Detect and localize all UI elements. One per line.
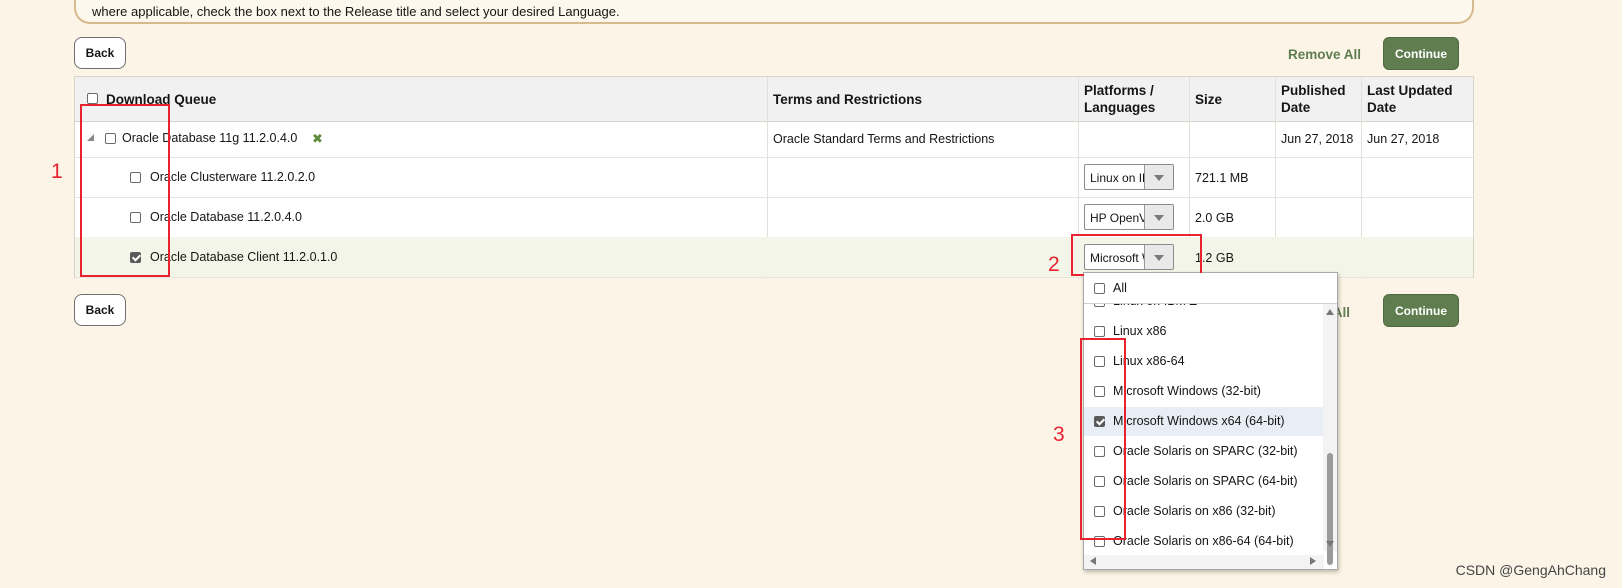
platform-select-value: Linux on IBM Z	[1090, 171, 1144, 185]
header-platforms-line2: Languages	[1084, 100, 1156, 115]
table-row: Oracle Database 11.2.0.4.0 HP OpenVMS 2.…	[75, 197, 1473, 238]
annotation-label-1: 1	[51, 160, 63, 183]
option-label: Oracle Solaris on x86-64 (64-bit)	[1113, 534, 1294, 548]
vertical-scrollbar[interactable]	[1323, 303, 1337, 565]
chevron-down-icon[interactable]	[1144, 165, 1173, 189]
annotation-box-2	[1071, 234, 1202, 276]
option-label: Oracle Solaris on SPARC (32-bit)	[1113, 444, 1298, 458]
scroll-right-icon[interactable]	[1310, 557, 1316, 565]
dropdown-all-option[interactable]: All	[1084, 273, 1337, 304]
continue-button-top[interactable]: Continue	[1383, 37, 1459, 70]
table-row: Oracle Clusterware 11.2.0.2.0 Linux on I…	[75, 157, 1473, 198]
header-updated-line1: Last Updated	[1367, 83, 1453, 98]
all-label: All	[1113, 281, 1127, 295]
option-checkbox[interactable]	[1094, 326, 1105, 337]
parent-updated-date: Jun 27, 2018	[1367, 132, 1440, 146]
back-button-top[interactable]: Back	[74, 37, 126, 69]
header-published-line2: Date	[1281, 100, 1311, 115]
row-size: 721.1 MB	[1195, 171, 1249, 185]
row-release-name: Oracle Database Client 11.2.0.1.0	[150, 250, 338, 264]
platform-select[interactable]: HP OpenVMS	[1084, 204, 1174, 230]
notice-text: where applicable, check the box next to …	[92, 4, 620, 19]
header-published-line1: Published	[1281, 83, 1346, 98]
row-release-name: Oracle Clusterware 11.2.0.2.0	[150, 170, 316, 184]
option-label: Linux x86	[1113, 324, 1167, 338]
remove-release-icon[interactable]: ✖	[312, 131, 323, 147]
header-updated-line2: Date	[1367, 100, 1397, 115]
annotation-label-3: 3	[1053, 423, 1065, 446]
continue-button-bottom[interactable]: Continue	[1383, 294, 1459, 327]
parent-terms[interactable]: Oracle Standard Terms and Restrictions	[773, 132, 994, 146]
all-checkbox[interactable]	[1094, 283, 1105, 294]
remove-all-link-top[interactable]: Remove All	[1288, 47, 1361, 62]
annotation-box-1	[80, 104, 170, 277]
row-release-name: Oracle Database 11.2.0.4.0	[150, 210, 302, 224]
option-label: Oracle Solaris on x86 (32-bit)	[1113, 504, 1276, 518]
annotation-label-2: 2	[1048, 253, 1060, 276]
platform-select[interactable]: Linux on IBM Z	[1084, 164, 1174, 190]
scroll-down-icon[interactable]	[1326, 541, 1334, 547]
scroll-left-icon[interactable]	[1090, 557, 1096, 565]
watermark: CSDN @GengAhChang	[1455, 562, 1606, 578]
header-platforms-line1: Platforms /	[1084, 83, 1154, 98]
download-queue-table: Download Queue Terms and Restrictions Pl…	[74, 76, 1474, 279]
scroll-up-icon[interactable]	[1326, 309, 1334, 315]
horizontal-scrollbar[interactable]	[1084, 555, 1324, 569]
platform-select-value: HP OpenVMS	[1090, 211, 1144, 225]
header-terms: Terms and Restrictions	[773, 92, 923, 107]
parent-published-date: Jun 27, 2018	[1281, 132, 1354, 146]
scrollbar-thumb[interactable]	[1327, 453, 1333, 565]
chevron-down-icon[interactable]	[1144, 205, 1173, 229]
annotation-box-3	[1080, 338, 1126, 540]
option-label: Microsoft Windows (32-bit)	[1113, 384, 1261, 398]
select-all-checkbox[interactable]	[87, 93, 98, 104]
download-notice-banner: where applicable, check the box next to …	[74, 0, 1474, 24]
option-label: Microsoft Windows x64 (64-bit)	[1113, 414, 1285, 428]
header-size: Size	[1195, 92, 1223, 107]
row-size: 2.0 GB	[1195, 211, 1234, 225]
option-label: Oracle Solaris on SPARC (64-bit)	[1113, 474, 1298, 488]
back-button-bottom[interactable]: Back	[74, 294, 126, 326]
table-row-parent: Oracle Database 11g 11.2.0.4.0 ✖ Oracle …	[75, 121, 1473, 158]
